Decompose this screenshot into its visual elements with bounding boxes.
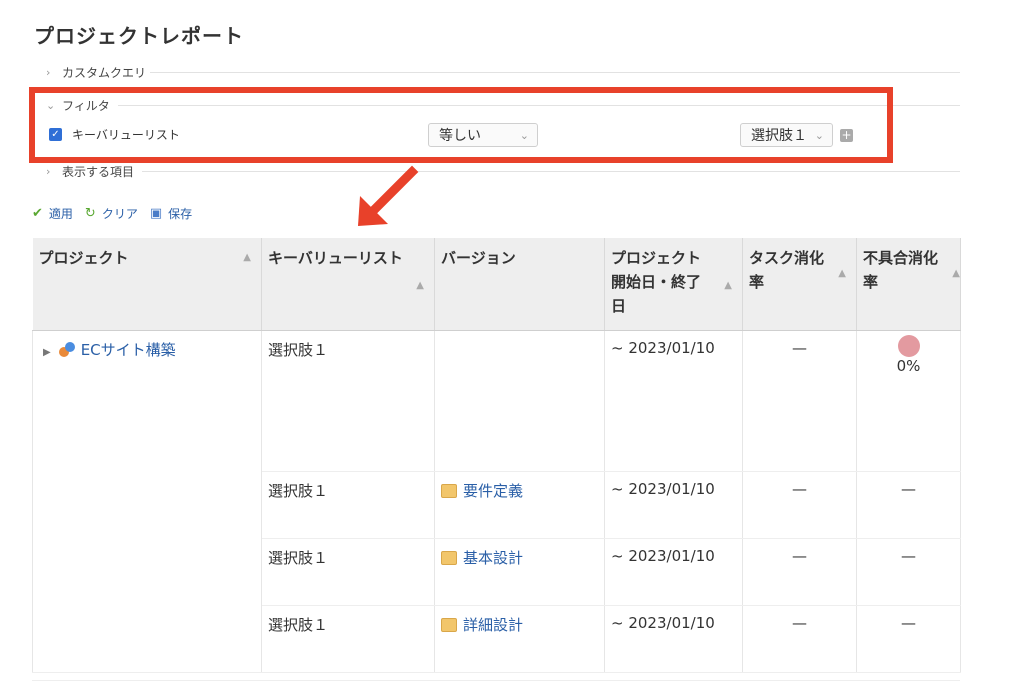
expand-triangle-icon[interactable]: ▶: [43, 347, 51, 358]
version-link[interactable]: 基本設計: [463, 549, 523, 567]
version-cell: [434, 330, 605, 472]
project-cell: ▶ ECサイト構築: [32, 330, 262, 673]
add-filter-value-icon[interactable]: +: [840, 129, 853, 142]
column-header-version[interactable]: バージョン: [434, 238, 605, 331]
apply-label: 適用: [48, 207, 73, 221]
column-header-defect-rate-label: 不具合消化率: [863, 249, 939, 291]
date-cell: ~ 2023/01/10: [604, 471, 743, 539]
divider: [142, 171, 960, 172]
version-cell: 基本設計: [434, 538, 605, 606]
filter-field-label: キーバリューリスト: [72, 128, 180, 142]
filter-value-select[interactable]: 選択肢１ ⌄: [740, 123, 833, 147]
version-link[interactable]: 要件定義: [463, 482, 523, 500]
task-rate-cell: —: [742, 471, 857, 539]
column-header-version-label: バージョン: [441, 249, 516, 267]
date-cell: ~ 2023/01/10: [604, 605, 743, 673]
apply-button[interactable]: ✔ 適用: [32, 205, 73, 222]
project-report-table: プロジェクト ▲ キーバリューリスト ▲ バージョン プロジェクト開始日・終了日…: [32, 238, 961, 673]
table-bottom-border: [32, 680, 960, 681]
column-header-task-rate-label: タスク消化率: [749, 249, 825, 291]
task-rate-cell: —: [742, 538, 857, 606]
date-cell: ~ 2023/01/10: [604, 330, 743, 472]
section-display-items[interactable]: › 表示する項目: [46, 163, 134, 180]
refresh-icon: ↻: [84, 206, 96, 221]
divider: [150, 72, 960, 73]
column-header-defect-rate[interactable]: 不具合消化率 ▲: [856, 238, 961, 331]
package-icon: [441, 617, 457, 632]
section-custom-query[interactable]: › カスタムクエリ: [46, 64, 146, 81]
column-header-kv-list[interactable]: キーバリューリスト ▲: [261, 238, 435, 331]
kv-cell: 選択肢１: [261, 538, 435, 606]
column-header-kv-list-label: キーバリューリスト: [268, 249, 403, 267]
column-header-task-rate[interactable]: タスク消化率 ▲: [742, 238, 857, 331]
table-row: ▶ ECサイト構築 選択肢１ ~ 2023/01/10 — 0%: [32, 330, 961, 673]
task-rate-cell: —: [742, 605, 857, 673]
column-header-dates-label: プロジェクト開始日・終了日: [611, 249, 702, 315]
project-link[interactable]: ECサイト構築: [81, 341, 176, 359]
defect-rate-cell: —: [856, 471, 961, 539]
kv-cell: 選択肢１: [261, 330, 435, 472]
clear-label: クリア: [101, 207, 138, 221]
table-header-row: プロジェクト ▲ キーバリューリスト ▲ バージョン プロジェクト開始日・終了日…: [32, 238, 961, 331]
column-header-project-label: プロジェクト: [38, 249, 129, 267]
date-cell: ~ 2023/01/10: [604, 538, 743, 606]
column-header-dates[interactable]: プロジェクト開始日・終了日 ▲: [604, 238, 743, 331]
page-title: プロジェクトレポート: [34, 24, 244, 48]
chevron-right-icon: ›: [46, 165, 51, 178]
check-icon: ✔: [32, 206, 43, 221]
progress-dot: [897, 334, 920, 357]
project-icon: [58, 341, 75, 358]
query-toolbar: ✔ 適用 ↻ クリア ▣ 保存: [32, 205, 204, 222]
filter-operator-value: 等しい: [439, 128, 481, 144]
floppy-icon: ▣: [149, 206, 163, 221]
version-cell: 要件定義: [434, 471, 605, 539]
section-custom-query-label: カスタムクエリ: [62, 66, 147, 80]
filter-field-kv-list[interactable]: ✓ キーバリューリスト: [49, 126, 180, 143]
clear-button[interactable]: ↻ クリア: [85, 205, 138, 222]
sort-asc-icon[interactable]: ▲: [952, 262, 960, 286]
defect-rate-value: 0%: [896, 356, 921, 375]
package-icon: [441, 483, 457, 498]
defect-rate-cell: —: [856, 605, 961, 673]
section-display-items-label: 表示する項目: [62, 165, 135, 179]
defect-rate-cell: —: [856, 538, 961, 606]
task-rate-cell: —: [742, 330, 857, 472]
sort-asc-icon[interactable]: ▲: [243, 246, 251, 270]
sort-asc-icon[interactable]: ▲: [416, 274, 424, 298]
filter-checkbox[interactable]: ✓: [49, 128, 62, 141]
column-header-project[interactable]: プロジェクト ▲: [32, 238, 262, 331]
filter-value-text: 選択肢１: [751, 128, 807, 144]
save-button[interactable]: ▣ 保存: [150, 205, 192, 222]
red-arrow-annotation: [358, 165, 419, 226]
version-link[interactable]: 詳細設計: [463, 616, 523, 634]
version-cell: 詳細設計: [434, 605, 605, 673]
kv-cell: 選択肢１: [261, 471, 435, 539]
chevron-down-icon: ⌄: [814, 128, 824, 142]
defect-rate-cell: 0%: [856, 330, 961, 472]
kv-cell: 選択肢１: [261, 605, 435, 673]
chevron-down-icon: ⌄: [519, 128, 529, 142]
save-label: 保存: [168, 207, 193, 221]
sort-asc-icon[interactable]: ▲: [838, 262, 846, 286]
chevron-right-icon: ›: [46, 66, 51, 79]
sort-asc-icon[interactable]: ▲: [724, 274, 732, 298]
filter-operator-select[interactable]: 等しい ⌄: [428, 123, 538, 147]
package-icon: [441, 550, 457, 565]
